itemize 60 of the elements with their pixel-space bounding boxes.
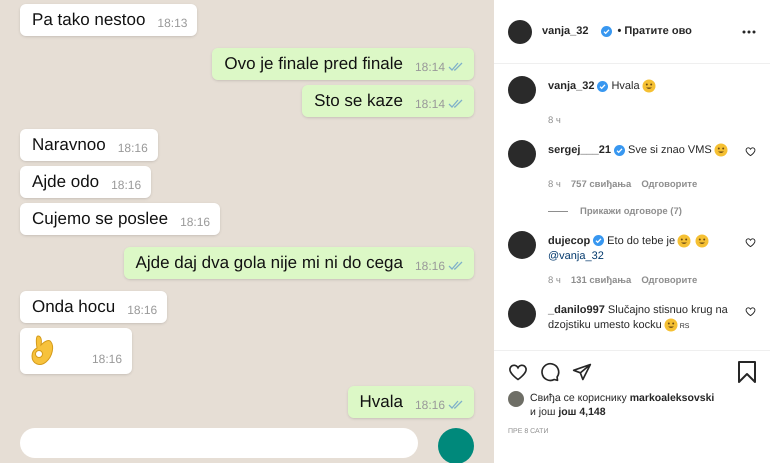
avatar <box>508 230 536 259</box>
read-ticks-icon <box>448 62 464 72</box>
heart-icon[interactable] <box>508 362 528 382</box>
author-name[interactable]: vanja_32 <box>542 23 588 40</box>
message-time: 18:16 <box>92 351 122 368</box>
avatar <box>508 76 536 104</box>
avatar <box>508 20 532 44</box>
heart-icon[interactable] <box>745 306 756 317</box>
share-icon[interactable] <box>572 362 592 382</box>
message-text: Cujemo se poslee <box>32 208 168 230</box>
emoji-icon <box>642 79 656 94</box>
message-text: Onda hocu <box>32 296 116 318</box>
comment-text: dujecop Eto do tebe je @vanja_32 <box>548 230 733 264</box>
more-icon[interactable] <box>742 30 756 34</box>
message-text: Hvala <box>360 391 403 413</box>
message-time: 18:16 <box>180 214 210 230</box>
heart-icon[interactable] <box>745 146 756 158</box>
message-time: 18:13 <box>157 15 188 31</box>
message-time: 18:16 <box>111 177 142 193</box>
emoji-icon <box>677 234 692 248</box>
message-time: 18:16 <box>118 140 148 156</box>
message-time: 18:16 <box>414 258 445 274</box>
view-replies-link[interactable]: Прикажи одговоре (7) <box>580 204 682 219</box>
read-ticks-icon <box>448 261 464 271</box>
message-text: Pa tako nestoo <box>32 9 146 31</box>
comment-time: 8 ч <box>548 178 561 192</box>
avatar <box>508 391 524 407</box>
comment-likes[interactable]: 131 свиђања <box>570 274 632 288</box>
emoji-icon <box>664 318 678 332</box>
comment-time: 8 ч <box>548 114 561 128</box>
comment-text: vanja_32 Hvala <box>548 76 756 94</box>
heart-icon[interactable] <box>745 236 756 248</box>
message-text: Ajde odo <box>32 171 100 193</box>
message-text: Sto se kaze <box>314 90 403 112</box>
comment-likes[interactable]: 757 свиђања <box>570 178 632 192</box>
avatar <box>508 300 536 328</box>
message-time: 18:14 <box>414 96 445 112</box>
message-time: 18:14 <box>414 59 445 75</box>
ok-hand-icon <box>30 334 56 368</box>
liked-by-text: Свиђа се кориснику markoaleksovski и још још 4,148 <box>530 391 714 419</box>
bookmark-icon[interactable] <box>738 361 756 383</box>
message-text: Naravnoo <box>32 134 106 156</box>
read-ticks-icon <box>448 400 464 410</box>
send-button[interactable] <box>438 428 474 463</box>
message-text: Ajde daj dva gola nije mi ni do cega <box>136 252 403 274</box>
emoji-icon <box>695 234 710 248</box>
comment-text: sergej___21 Sve si znao VMS <box>548 140 733 158</box>
message-time: 18:16 <box>127 302 158 318</box>
message-time: 18:16 <box>414 397 445 413</box>
emoji-icon <box>714 143 728 158</box>
follow-link[interactable]: • Пратите ово <box>617 23 692 40</box>
message-input[interactable] <box>20 428 418 458</box>
comment-time: 8 ч <box>548 274 561 288</box>
reply-link[interactable]: Одговорите <box>641 178 698 192</box>
avatar <box>508 140 536 168</box>
read-ticks-icon <box>448 99 464 109</box>
verified-icon <box>601 26 612 37</box>
message-text: Ovo je finale pred finale <box>224 53 403 75</box>
comment-icon[interactable] <box>540 362 560 382</box>
reply-link[interactable]: Одговорите <box>641 274 698 288</box>
